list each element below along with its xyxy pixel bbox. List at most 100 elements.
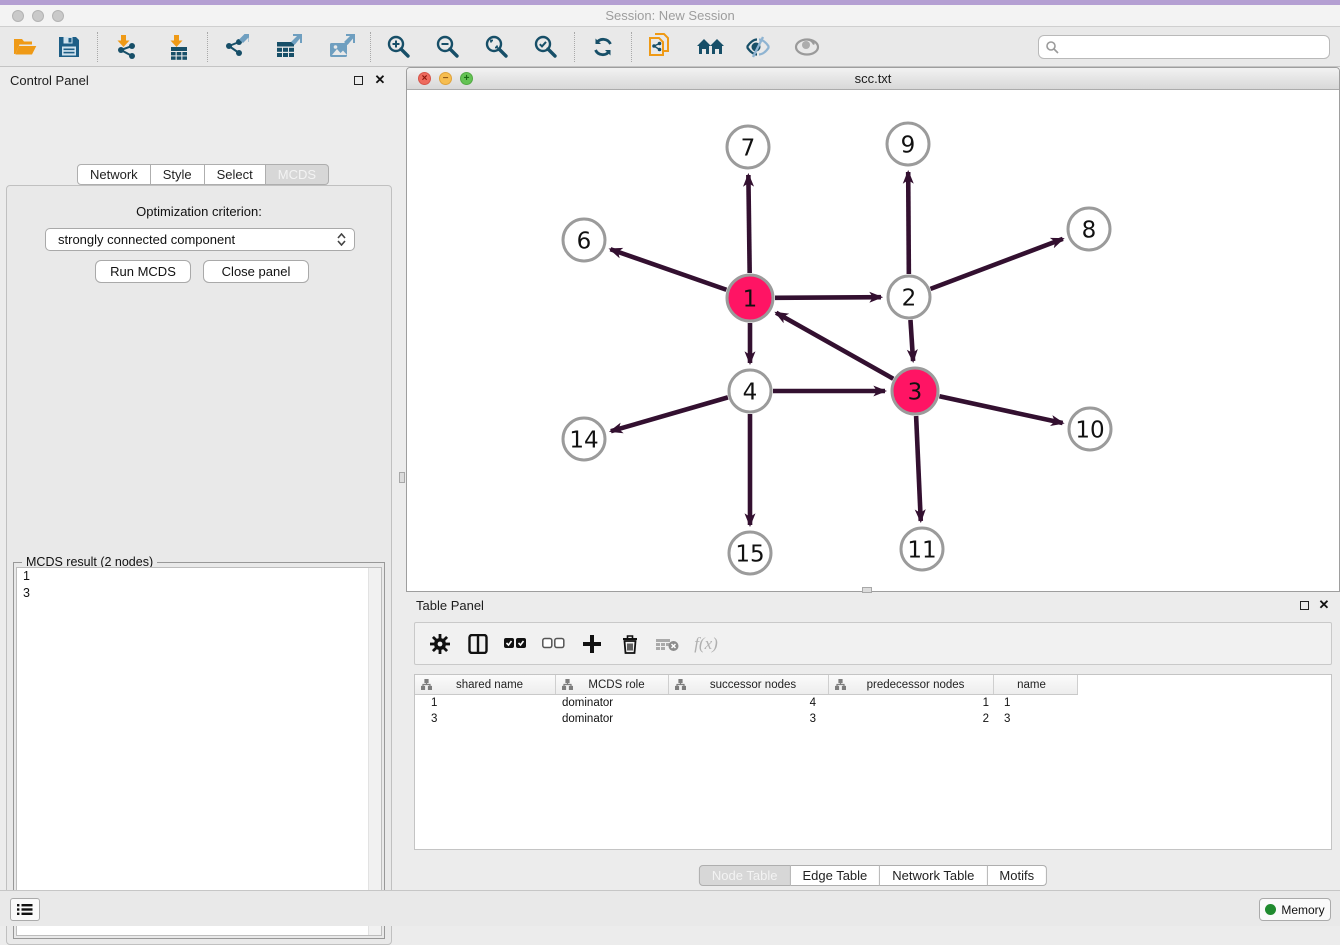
result-line: 1 bbox=[17, 568, 381, 585]
graph-node-10[interactable]: 10 bbox=[1069, 408, 1111, 450]
graph-node-15[interactable]: 15 bbox=[729, 532, 771, 574]
float-table-panel-icon[interactable] bbox=[1298, 599, 1310, 611]
svg-text:14: 14 bbox=[569, 427, 598, 453]
toolbar-separator bbox=[97, 32, 98, 62]
mcds-result-textarea[interactable]: 1 3 bbox=[16, 567, 382, 936]
main-toolbar bbox=[0, 27, 1340, 67]
graph-node-3[interactable]: 3 bbox=[892, 368, 938, 414]
mcds-result-groupbox: MCDS result (2 nodes) 1 3 bbox=[13, 562, 385, 939]
tab-style[interactable]: Style bbox=[151, 164, 205, 185]
zoom-in-icon[interactable] bbox=[384, 32, 414, 62]
svg-text:7: 7 bbox=[741, 135, 756, 161]
graph-node-2[interactable]: 2 bbox=[888, 276, 930, 318]
float-panel-icon[interactable] bbox=[352, 74, 364, 86]
table-settings-gear-icon[interactable] bbox=[427, 631, 453, 657]
graph-edge-4-14[interactable] bbox=[611, 397, 728, 431]
network-maximize-button[interactable]: + bbox=[460, 72, 473, 85]
zoom-fit-icon[interactable] bbox=[482, 32, 512, 62]
memory-button[interactable]: Memory bbox=[1259, 898, 1331, 921]
network-close-button[interactable]: × bbox=[418, 72, 431, 85]
graph-edge-3-11[interactable] bbox=[916, 416, 921, 521]
import-table-icon[interactable] bbox=[164, 32, 194, 62]
control-panel-title: Control Panel bbox=[10, 73, 89, 88]
svg-text:15: 15 bbox=[735, 541, 764, 567]
optimization-criterion-dropdown[interactable]: strongly connected component bbox=[45, 228, 355, 251]
graph-edge-2-3[interactable] bbox=[910, 320, 913, 361]
result-scrollbar-track[interactable] bbox=[368, 568, 381, 935]
list-icon bbox=[17, 903, 33, 916]
tab-network[interactable]: Network bbox=[77, 164, 151, 185]
graph-node-11[interactable]: 11 bbox=[901, 528, 943, 570]
optimization-criterion-label: Optimization criterion: bbox=[7, 204, 391, 219]
column-header-predecessor-nodes[interactable]: predecessor nodes bbox=[829, 675, 994, 694]
column-type-icon bbox=[675, 679, 686, 690]
graph-edge-3-10[interactable] bbox=[939, 396, 1062, 423]
refresh-icon[interactable] bbox=[588, 32, 618, 62]
close-panel-button[interactable]: Close panel bbox=[203, 260, 309, 283]
duplicate-network-icon[interactable] bbox=[645, 32, 675, 62]
zoom-out-icon[interactable] bbox=[433, 32, 463, 62]
tab-mcds[interactable]: MCDS bbox=[266, 164, 329, 185]
delete-column-icon[interactable] bbox=[617, 631, 643, 657]
search-input[interactable] bbox=[1063, 40, 1329, 54]
open-folder-icon[interactable] bbox=[10, 32, 40, 62]
column-selector-icon[interactable] bbox=[465, 631, 491, 657]
column-header-shared-name[interactable]: shared name bbox=[415, 675, 556, 694]
graph-node-7[interactable]: 7 bbox=[727, 126, 769, 168]
unselect-all-icon[interactable] bbox=[541, 631, 567, 657]
graph-edge-1-6[interactable] bbox=[610, 249, 726, 290]
close-window-button[interactable] bbox=[12, 10, 24, 22]
tab-edge-table[interactable]: Edge Table bbox=[790, 865, 880, 886]
toolbar-separator bbox=[574, 32, 575, 62]
close-panel-icon[interactable]: ✕ bbox=[374, 74, 386, 86]
select-all-icon[interactable] bbox=[503, 631, 529, 657]
column-header-mcds-role[interactable]: MCDS role bbox=[556, 675, 669, 694]
export-image-icon[interactable] bbox=[327, 32, 357, 62]
export-network-icon[interactable] bbox=[221, 32, 251, 62]
graph-node-6[interactable]: 6 bbox=[563, 219, 605, 261]
network-graph: 7 9 6 8 1 2 4 3 14 10 15 11 bbox=[407, 90, 1339, 591]
graph-node-1[interactable]: 1 bbox=[727, 275, 773, 321]
horizontal-splitter-grip[interactable] bbox=[862, 587, 872, 593]
vertical-splitter-grip[interactable] bbox=[399, 472, 405, 483]
add-column-icon[interactable] bbox=[579, 631, 605, 657]
graph-edge-1-7[interactable] bbox=[748, 175, 749, 273]
tab-select[interactable]: Select bbox=[205, 164, 266, 185]
graph-node-8[interactable]: 8 bbox=[1068, 208, 1110, 250]
graph-edge-3-1[interactable] bbox=[776, 313, 893, 379]
network-window-titlebar[interactable]: × − + scc.txt bbox=[407, 68, 1339, 90]
graph-edge-2-8[interactable] bbox=[931, 239, 1063, 289]
save-session-icon[interactable] bbox=[54, 32, 84, 62]
close-table-panel-icon[interactable]: ✕ bbox=[1318, 599, 1330, 611]
graph-edge-2-9[interactable] bbox=[908, 172, 909, 274]
graph-node-4[interactable]: 4 bbox=[729, 370, 771, 412]
import-network-icon[interactable] bbox=[111, 32, 141, 62]
tab-node-table[interactable]: Node Table bbox=[699, 865, 791, 886]
table-row[interactable]: 3 dominator 3 2 3 bbox=[415, 711, 1331, 727]
show-graphics-details-icon bbox=[792, 32, 822, 62]
tab-network-table[interactable]: Network Table bbox=[880, 865, 987, 886]
table-row[interactable]: 1 dominator 4 1 1 bbox=[415, 695, 1331, 711]
graph-node-14[interactable]: 14 bbox=[563, 418, 605, 460]
graph-node-9[interactable]: 9 bbox=[887, 123, 929, 165]
graph-edge-1-2[interactable] bbox=[775, 297, 881, 298]
run-mcds-button[interactable]: Run MCDS bbox=[95, 260, 191, 283]
network-canvas[interactable]: 7 9 6 8 1 2 4 3 14 10 15 11 bbox=[407, 90, 1339, 591]
network-minimize-button[interactable]: − bbox=[439, 72, 452, 85]
zoom-window-button[interactable] bbox=[52, 10, 64, 22]
show-all-networks-icon[interactable] bbox=[696, 32, 726, 62]
toolbar-separator bbox=[370, 32, 371, 62]
column-header-successor-nodes[interactable]: successor nodes bbox=[669, 675, 829, 694]
table-tabs: Node Table Edge Table Network Table Moti… bbox=[699, 865, 1047, 886]
dropdown-chevrons-icon bbox=[337, 233, 346, 246]
zoom-selected-icon[interactable] bbox=[531, 32, 561, 62]
tab-motifs[interactable]: Motifs bbox=[987, 865, 1047, 886]
column-header-name[interactable]: name bbox=[994, 675, 1078, 694]
search-box[interactable] bbox=[1038, 35, 1330, 59]
hide-graphics-details-icon[interactable] bbox=[743, 32, 773, 62]
export-table-icon[interactable] bbox=[274, 32, 304, 62]
cell-predecessor-nodes: 2 bbox=[829, 713, 994, 725]
minimize-window-button[interactable] bbox=[32, 10, 44, 22]
table-panel-title: Table Panel bbox=[416, 598, 484, 613]
task-history-button[interactable] bbox=[10, 898, 40, 921]
